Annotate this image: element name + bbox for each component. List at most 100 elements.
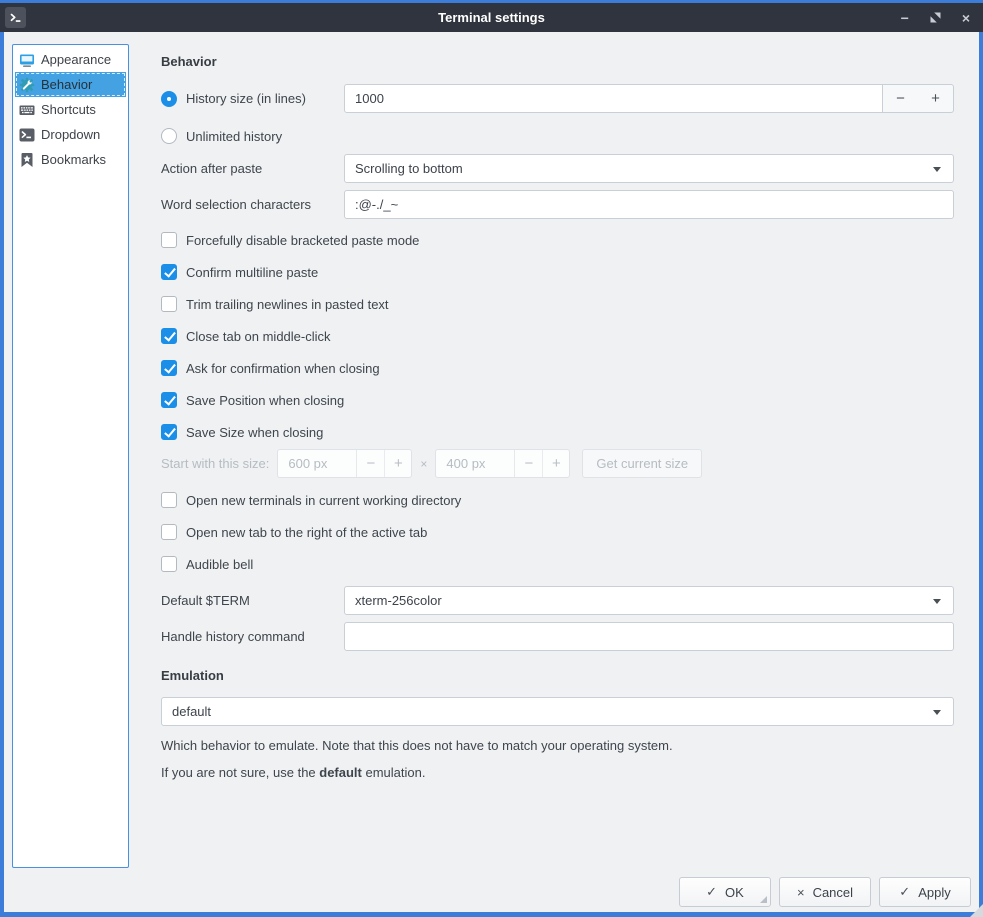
increment-icon[interactable]: +: [384, 450, 411, 477]
width-spinbox: 600 px − +: [277, 449, 412, 478]
decrement-icon[interactable]: −: [515, 450, 542, 477]
close-icon[interactable]: ×: [962, 11, 970, 25]
sidebar-item-label: Shortcuts: [41, 102, 96, 117]
action-after-paste-label: Action after paste: [161, 161, 344, 176]
history-size-input[interactable]: [344, 84, 883, 113]
checkbox-label: Confirm multiline paste: [186, 265, 318, 280]
checkbox-row-bracketed-paste[interactable]: Forcefully disable bracketed paste mode: [161, 230, 954, 250]
checkbox-label: Ask for confirmation when closing: [186, 361, 380, 376]
checkbox-row-open-cwd[interactable]: Open new terminals in current working di…: [161, 490, 954, 510]
checkbox-row-open-tab-right[interactable]: Open new tab to the right of the active …: [161, 522, 954, 542]
word-selection-input[interactable]: [344, 190, 954, 219]
sidebar-item-label: Dropdown: [41, 127, 100, 142]
history-size-label: History size (in lines): [186, 91, 306, 106]
bookmark-icon: [19, 152, 35, 168]
decrement-icon[interactable]: −: [883, 85, 918, 112]
sidebar-item-dropdown[interactable]: Dropdown: [15, 122, 126, 147]
gear-wrench-icon: [19, 77, 35, 93]
behavior-settings-panel: Behavior History size (in lines) − +: [161, 32, 954, 780]
checkbox-row-save-size[interactable]: Save Size when closing: [161, 422, 954, 442]
checkbox[interactable]: [161, 232, 177, 248]
height-value[interactable]: 400 px: [436, 450, 515, 477]
checkbox-label: Forcefully disable bracketed paste mode: [186, 233, 419, 248]
default-term-label: Default $TERM: [161, 593, 344, 608]
cancel-button[interactable]: × Cancel: [779, 877, 871, 907]
history-size-spinbox: − +: [344, 84, 954, 113]
checkbox[interactable]: [161, 296, 177, 312]
sidebar-item-appearance[interactable]: Appearance: [15, 47, 126, 72]
unlimited-history-radio-option[interactable]: Unlimited history: [161, 128, 344, 144]
help-suffix: emulation.: [362, 765, 426, 780]
emulation-dropdown[interactable]: default: [161, 697, 954, 726]
checkbox-label: Open new terminals in current working di…: [186, 493, 461, 508]
checkbox[interactable]: [161, 556, 177, 572]
word-selection-row: Word selection characters: [161, 190, 954, 219]
checkbox-row-confirm-multiline[interactable]: Confirm multiline paste: [161, 262, 954, 282]
checkbox[interactable]: [161, 424, 177, 440]
unlimited-history-label: Unlimited history: [186, 129, 282, 144]
action-after-paste-dropdown[interactable]: Scrolling to bottom: [344, 154, 954, 183]
keyboard-icon: [19, 102, 35, 118]
unlimited-history-row: Unlimited history: [161, 126, 954, 146]
emulation-section-heading: Emulation: [161, 668, 954, 684]
checkbox-label: Save Position when closing: [186, 393, 344, 408]
emulation-help-text-2: If you are not sure, use the default emu…: [161, 765, 954, 780]
help-prefix: If you are not sure, use the: [161, 765, 319, 780]
checkbox[interactable]: [161, 524, 177, 540]
checkbox-label: Close tab on middle-click: [186, 329, 331, 344]
checkbox-label: Trim trailing newlines in pasted text: [186, 297, 389, 312]
checkbox[interactable]: [161, 328, 177, 344]
check-icon: ✓: [706, 884, 717, 900]
cancel-button-label: Cancel: [813, 885, 853, 900]
emulation-value: default: [172, 704, 211, 719]
action-after-paste-row: Action after paste Scrolling to bottom: [161, 154, 954, 183]
emulation-help-text: Which behavior to emulate. Note that thi…: [161, 738, 954, 753]
titlebar[interactable]: Terminal settings − ×: [0, 3, 983, 32]
increment-icon[interactable]: +: [542, 450, 569, 477]
checkbox[interactable]: [161, 392, 177, 408]
ok-button-label: OK: [725, 885, 744, 900]
history-size-radio-option[interactable]: History size (in lines): [161, 91, 344, 107]
checkbox-row-trim-newlines[interactable]: Trim trailing newlines in pasted text: [161, 294, 954, 314]
sidebar-item-bookmarks[interactable]: Bookmarks: [15, 147, 126, 172]
height-spinbox: 400 px − +: [435, 449, 570, 478]
resize-grip[interactable]: [970, 904, 983, 917]
radio-unlimited-history[interactable]: [161, 128, 177, 144]
get-current-size-button[interactable]: Get current size: [582, 449, 702, 478]
minimize-icon[interactable]: −: [901, 11, 909, 25]
apply-button[interactable]: ✓ Apply: [879, 877, 971, 907]
handle-history-row: Handle history command: [161, 622, 954, 651]
restore-icon[interactable]: [930, 12, 941, 23]
start-size-row: Start with this size: 600 px − + × 400 p…: [161, 449, 954, 478]
behavior-section-heading: Behavior: [161, 54, 954, 70]
sidebar-item-behavior[interactable]: Behavior: [15, 72, 126, 97]
sidebar-item-label: Behavior: [41, 77, 92, 92]
sidebar-item-shortcuts[interactable]: Shortcuts: [15, 97, 126, 122]
checkbox-row-audible-bell[interactable]: Audible bell: [161, 554, 954, 574]
history-size-row: History size (in lines) − +: [161, 84, 954, 113]
word-selection-label: Word selection characters: [161, 197, 344, 212]
handle-history-input[interactable]: [344, 622, 954, 651]
increment-icon[interactable]: +: [918, 85, 953, 112]
default-term-value: xterm-256color: [355, 593, 442, 608]
window-controls: − ×: [901, 11, 970, 25]
checkbox-row-ask-confirmation[interactable]: Ask for confirmation when closing: [161, 358, 954, 378]
action-after-paste-value: Scrolling to bottom: [355, 161, 463, 176]
checkbox-label: Save Size when closing: [186, 425, 323, 440]
default-term-dropdown[interactable]: xterm-256color: [344, 586, 954, 615]
size-separator: ×: [420, 457, 427, 471]
start-size-label: Start with this size:: [161, 456, 269, 471]
check-icon: ✓: [899, 884, 910, 900]
checkbox-row-save-position[interactable]: Save Position when closing: [161, 390, 954, 410]
checkbox[interactable]: [161, 360, 177, 376]
checkbox[interactable]: [161, 264, 177, 280]
width-value[interactable]: 600 px: [278, 450, 357, 477]
handle-history-label: Handle history command: [161, 629, 344, 644]
dialog-buttons: ✓ OK × Cancel ✓ Apply: [679, 877, 971, 907]
checkbox[interactable]: [161, 492, 177, 508]
checkbox-row-close-middle-click[interactable]: Close tab on middle-click: [161, 326, 954, 346]
radio-history-size[interactable]: [161, 91, 177, 107]
decrement-icon[interactable]: −: [357, 450, 384, 477]
checkbox-label: Open new tab to the right of the active …: [186, 525, 427, 540]
ok-button[interactable]: ✓ OK: [679, 877, 771, 907]
